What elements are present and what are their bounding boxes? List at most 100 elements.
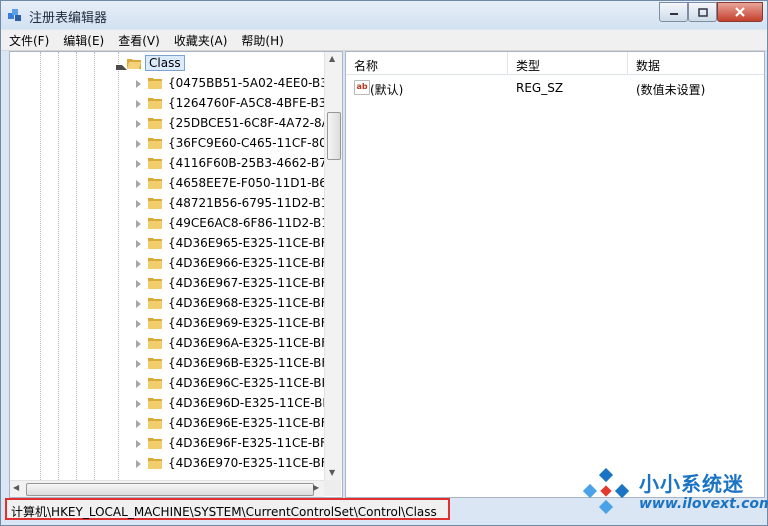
tree-horizontal-scrollbar[interactable]: ◀ ▶: [10, 480, 324, 497]
tree-node-label-selected[interactable]: Class: [145, 55, 185, 71]
expand-arrow-icon[interactable]: [136, 320, 141, 328]
tree-node-label[interactable]: {4D36E969-E325-11CE-BFC: [168, 316, 336, 330]
list-header: 名称 类型 数据: [346, 52, 764, 75]
tree-node-label[interactable]: {25DBCE51-6C8F-4A72-8A6: [168, 116, 338, 130]
tree-node-label[interactable]: {1264760F-A5C8-4BFE-B31: [168, 96, 334, 110]
expand-arrow-icon[interactable]: [136, 420, 141, 428]
list-row[interactable]: ab (默认) REG_SZ (数值未设置): [346, 79, 764, 97]
expand-arrow-icon[interactable]: [136, 280, 141, 288]
window-title: 注册表编辑器: [29, 11, 108, 26]
column-header-data[interactable]: 数据: [628, 52, 764, 74]
tree-node-label[interactable]: {4D36E96E-E325-11CE-BFC: [168, 416, 336, 430]
tree-node[interactable]: {4658EE7E-F050-11D1-B6B: [10, 174, 335, 194]
tree-node-label[interactable]: {48721B56-6795-11D2-B1A: [168, 196, 337, 210]
expand-arrow-icon[interactable]: [136, 300, 141, 308]
expand-arrow-icon[interactable]: [136, 80, 141, 88]
tree-node[interactable]: {25DBCE51-6C8F-4A72-8A6: [10, 114, 338, 134]
string-value-icon: ab: [354, 80, 370, 95]
folder-icon: [148, 138, 162, 149]
tree-node-label[interactable]: {49CE6AC8-6F86-11D2-B1E: [168, 216, 336, 230]
scroll-right-arrow-icon[interactable]: ▶: [313, 483, 319, 492]
menu-favorites[interactable]: 收藏夹(A): [166, 30, 234, 50]
tree-node-label[interactable]: {4D36E96A-E325-11CE-BFC: [168, 336, 336, 350]
minimize-button[interactable]: [659, 2, 688, 22]
folder-icon: [148, 398, 162, 409]
menu-edit[interactable]: 编辑(E): [55, 30, 110, 50]
menu-file[interactable]: 文件(F): [1, 30, 55, 50]
registry-tree[interactable]: Class {0475BB51-5A02-4EE0-B36 {1264760F-A…: [9, 51, 343, 498]
expand-arrow-icon[interactable]: [136, 460, 141, 468]
expand-arrow-icon[interactable]: [136, 440, 141, 448]
tree-node-label[interactable]: {4D36E96C-E325-11CE-BFC: [168, 376, 337, 390]
watermark-logo-icon: [583, 468, 629, 514]
tree-node[interactable]: {4D36E970-E325-11CE-BFC: [10, 454, 336, 474]
expand-arrow-icon[interactable]: [136, 100, 141, 108]
maximize-button[interactable]: [688, 2, 717, 22]
tree-node[interactable]: {4D36E965-E325-11CE-BFC: [10, 234, 336, 254]
scroll-up-arrow-icon[interactable]: ▲: [329, 54, 335, 63]
tree-node-label[interactable]: {4116F60B-25B3-4662-B73: [168, 156, 334, 170]
tree-node[interactable]: {36FC9E60-C465-11CF-805: [10, 134, 334, 154]
tree-node[interactable]: {1264760F-A5C8-4BFE-B31: [10, 94, 334, 114]
folder-icon: [148, 458, 162, 469]
value-name: (默认): [370, 83, 404, 97]
tree-node-label[interactable]: {4658EE7E-F050-11D1-B6B: [168, 176, 335, 190]
tree-node[interactable]: {48721B56-6795-11D2-B1A: [10, 194, 337, 214]
scroll-thumb[interactable]: [26, 483, 314, 496]
title-bar[interactable]: 注册表编辑器: [1, 1, 767, 29]
expand-arrow-icon[interactable]: [136, 120, 141, 128]
folder-icon: [148, 198, 162, 209]
expand-arrow-icon[interactable]: [136, 200, 141, 208]
tree-node[interactable]: {4D36E968-E325-11CE-BFC: [10, 294, 336, 314]
scroll-down-arrow-icon[interactable]: ▼: [329, 468, 335, 477]
tree-node[interactable]: {4D36E96A-E325-11CE-BFC: [10, 334, 336, 354]
tree-node-class[interactable]: Class: [10, 54, 330, 74]
expand-arrow-icon[interactable]: [136, 380, 141, 388]
tree-node[interactable]: {4116F60B-25B3-4662-B73: [10, 154, 334, 174]
tree-node[interactable]: {4D36E966-E325-11CE-BFC: [10, 254, 336, 274]
tree-node-label[interactable]: {4D36E970-E325-11CE-BFC: [168, 456, 336, 470]
expand-arrow-icon[interactable]: [136, 160, 141, 168]
tree-node[interactable]: {0475BB51-5A02-4EE0-B36: [10, 74, 336, 94]
close-icon: [735, 7, 745, 17]
expand-arrow-icon[interactable]: [136, 180, 141, 188]
column-header-name[interactable]: 名称: [346, 52, 508, 74]
expand-arrow-icon[interactable]: [136, 400, 141, 408]
close-button[interactable]: [717, 2, 763, 22]
folder-icon: [148, 258, 162, 269]
tree-node-label[interactable]: {0475BB51-5A02-4EE0-B36: [168, 76, 336, 90]
expand-arrow-icon[interactable]: [136, 220, 141, 228]
tree-node-label[interactable]: {4D36E96F-E325-11CE-BFC: [168, 436, 335, 450]
tree-vertical-scrollbar[interactable]: ▲ ▼: [324, 52, 342, 480]
tree-node[interactable]: {4D36E96B-E325-11CE-BFC: [10, 354, 337, 374]
expand-arrow-icon[interactable]: [136, 140, 141, 148]
tree-node-label[interactable]: {4D36E966-E325-11CE-BFC: [168, 256, 336, 270]
menu-help[interactable]: 帮助(H): [233, 30, 289, 50]
tree-node[interactable]: {4D36E96E-E325-11CE-BFC: [10, 414, 336, 434]
menu-view[interactable]: 查看(V): [110, 30, 166, 50]
folder-icon: [148, 178, 162, 189]
expand-arrow-icon[interactable]: [136, 360, 141, 368]
tree-node[interactable]: {4D36E96C-E325-11CE-BFC: [10, 374, 337, 394]
expand-arrow-icon[interactable]: [136, 240, 141, 248]
scroll-left-arrow-icon[interactable]: ◀: [13, 483, 19, 492]
tree-node[interactable]: {4D36E96F-E325-11CE-BFC: [10, 434, 335, 454]
tree-node[interactable]: {4D36E96D-E325-11CE-BFC: [10, 394, 338, 414]
expand-arrow-icon[interactable]: [136, 260, 141, 268]
tree-node-label[interactable]: {4D36E968-E325-11CE-BFC: [168, 296, 336, 310]
tree-node-label[interactable]: {36FC9E60-C465-11CF-805: [168, 136, 334, 150]
tree-node-label[interactable]: {4D36E96B-E325-11CE-BFC: [168, 356, 337, 370]
expand-arrow-icon[interactable]: [136, 340, 141, 348]
folder-icon: [148, 278, 162, 289]
scroll-thumb[interactable]: [327, 112, 341, 160]
tree-node-label[interactable]: {4D36E965-E325-11CE-BFC: [168, 236, 336, 250]
minimize-icon: [669, 13, 678, 15]
tree-node[interactable]: {4D36E969-E325-11CE-BFC: [10, 314, 336, 334]
tree-node-label[interactable]: {4D36E96D-E325-11CE-BFC: [168, 396, 338, 410]
tree-node[interactable]: {4D36E967-E325-11CE-BFC: [10, 274, 336, 294]
regedit-icon: [8, 9, 21, 21]
tree-node[interactable]: {49CE6AC8-6F86-11D2-B1E: [10, 214, 336, 234]
column-header-type[interactable]: 类型: [508, 52, 628, 74]
tree-node-label[interactable]: {4D36E967-E325-11CE-BFC: [168, 276, 336, 290]
values-list[interactable]: 名称 类型 数据 ab (默认) REG_SZ (数值未设置): [345, 51, 765, 498]
